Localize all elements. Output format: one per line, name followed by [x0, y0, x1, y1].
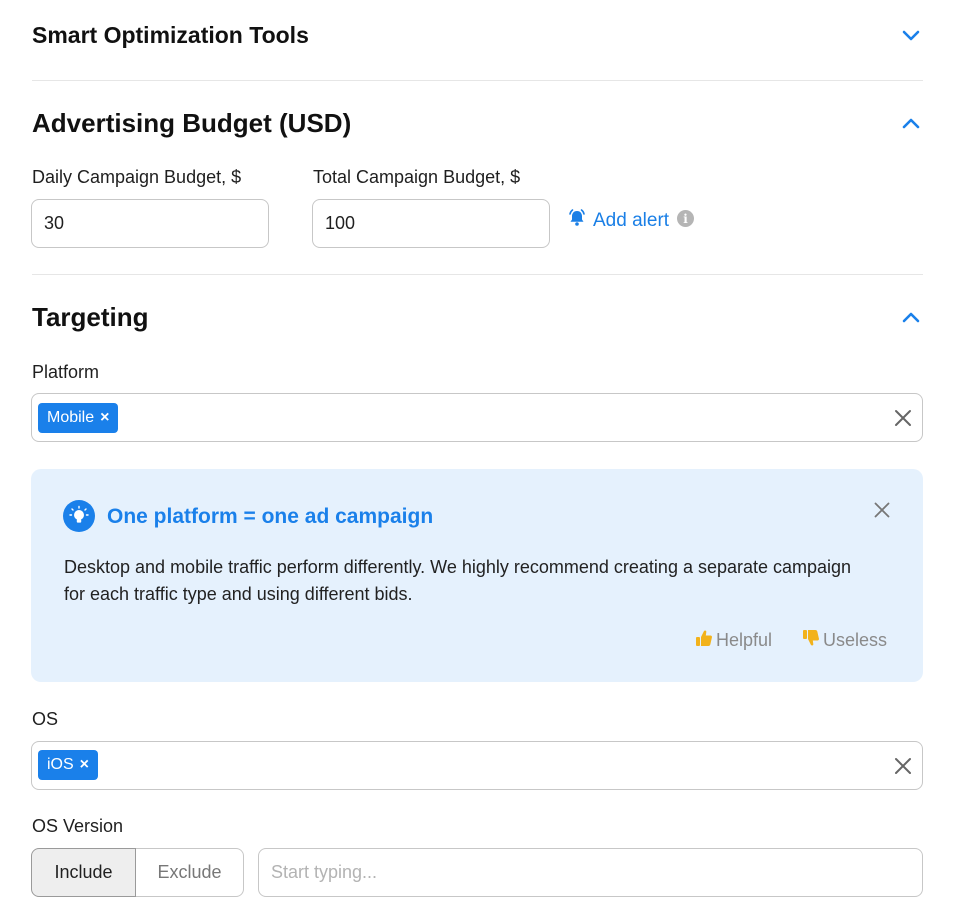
- budget-header[interactable]: Advertising Budget (USD): [32, 108, 923, 139]
- platform-tip-card: One platform = one ad campaign Desktop a…: [31, 469, 923, 682]
- exclude-button[interactable]: Exclude: [136, 848, 244, 897]
- tip-body: Desktop and mobile traffic perform diffe…: [64, 557, 852, 604]
- smart-tools-title: Smart Optimization Tools: [32, 22, 309, 48]
- os-select[interactable]: iOS ×: [31, 741, 923, 790]
- chip-label: Mobile: [47, 409, 95, 426]
- clear-icon[interactable]: [892, 407, 914, 429]
- chip-label: iOS: [47, 756, 74, 773]
- divider: [32, 274, 923, 275]
- thumbs-up-icon: [694, 628, 714, 653]
- useless-label: Useless: [823, 630, 888, 650]
- helpful-button[interactable]: Helpful: [694, 628, 772, 653]
- thumbs-down-icon: [801, 628, 821, 653]
- tip-title: One platform = one ad campaign: [107, 505, 434, 528]
- daily-budget-input[interactable]: [31, 199, 269, 248]
- platform-label: Platform: [32, 362, 100, 382]
- os-chip[interactable]: iOS ×: [38, 750, 99, 780]
- targeting-title: Targeting: [32, 302, 149, 332]
- total-budget-input[interactable]: [312, 199, 550, 248]
- add-alert-label: Add alert: [593, 210, 670, 231]
- os-version-label: OS Version: [32, 816, 124, 836]
- include-button[interactable]: Include: [31, 848, 136, 897]
- lightbulb-icon: [63, 500, 95, 532]
- remove-chip-icon[interactable]: ×: [80, 756, 89, 774]
- targeting-header[interactable]: Targeting: [32, 302, 923, 333]
- total-budget-label: Total Campaign Budget, $: [313, 167, 521, 187]
- chevron-up-icon[interactable]: [899, 306, 923, 330]
- remove-chip-icon[interactable]: ×: [100, 409, 109, 427]
- platform-select[interactable]: Mobile ×: [31, 393, 923, 442]
- bell-icon: [567, 208, 587, 234]
- helpful-label: Helpful: [716, 630, 773, 650]
- os-label: OS: [32, 709, 59, 729]
- daily-budget-label: Daily Campaign Budget, $: [32, 167, 242, 187]
- divider: [32, 80, 923, 81]
- include-exclude-toggle: Include Exclude: [31, 848, 244, 897]
- useless-button[interactable]: Useless: [801, 628, 887, 653]
- platform-chip[interactable]: Mobile ×: [38, 403, 119, 433]
- chevron-up-icon[interactable]: [899, 112, 923, 136]
- clear-icon[interactable]: [892, 755, 914, 777]
- budget-title: Advertising Budget (USD): [32, 108, 352, 138]
- os-version-input[interactable]: [258, 848, 923, 897]
- close-icon[interactable]: [871, 499, 893, 521]
- chevron-down-icon[interactable]: [899, 24, 923, 48]
- add-alert-button[interactable]: Add alert: [567, 208, 669, 234]
- smart-tools-header[interactable]: Smart Optimization Tools: [32, 22, 923, 49]
- info-icon[interactable]: i: [677, 210, 694, 227]
